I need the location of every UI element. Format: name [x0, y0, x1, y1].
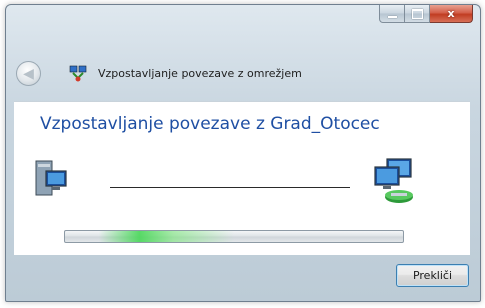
connection-progress-bar [64, 230, 404, 243]
network-computers-icon [374, 158, 413, 203]
maximize-button[interactable] [405, 5, 430, 23]
dialog-window: x ◀ Vzpostavljanje povezave z omrežjem V… [5, 4, 481, 302]
minimize-icon [387, 15, 397, 18]
computer-icon [35, 160, 67, 196]
close-button[interactable]: x [430, 5, 473, 23]
back-button[interactable]: ◀ [16, 61, 41, 86]
progress-indicator [65, 231, 403, 242]
minimize-button[interactable] [379, 5, 405, 23]
maximize-icon [411, 8, 423, 19]
content-panel: Vzpostavljanje povezave z Grad_Otocec [14, 101, 470, 255]
connection-line [110, 187, 350, 188]
connection-heading: Vzpostavljanje povezave z Grad_Otocec [40, 114, 380, 134]
cancel-button[interactable]: Prekliči [396, 264, 469, 287]
network-icon [69, 65, 87, 82]
close-icon: x [447, 7, 455, 20]
dialog-title: Vzpostavljanje povezave z omrežjem [98, 67, 302, 80]
caption-buttons: x [379, 5, 473, 24]
dialog-header: ◀ Vzpostavljanje povezave z omrežjem [6, 57, 480, 93]
back-arrow-icon: ◀ [23, 65, 34, 82]
dialog-footer: Prekliči [6, 254, 480, 301]
